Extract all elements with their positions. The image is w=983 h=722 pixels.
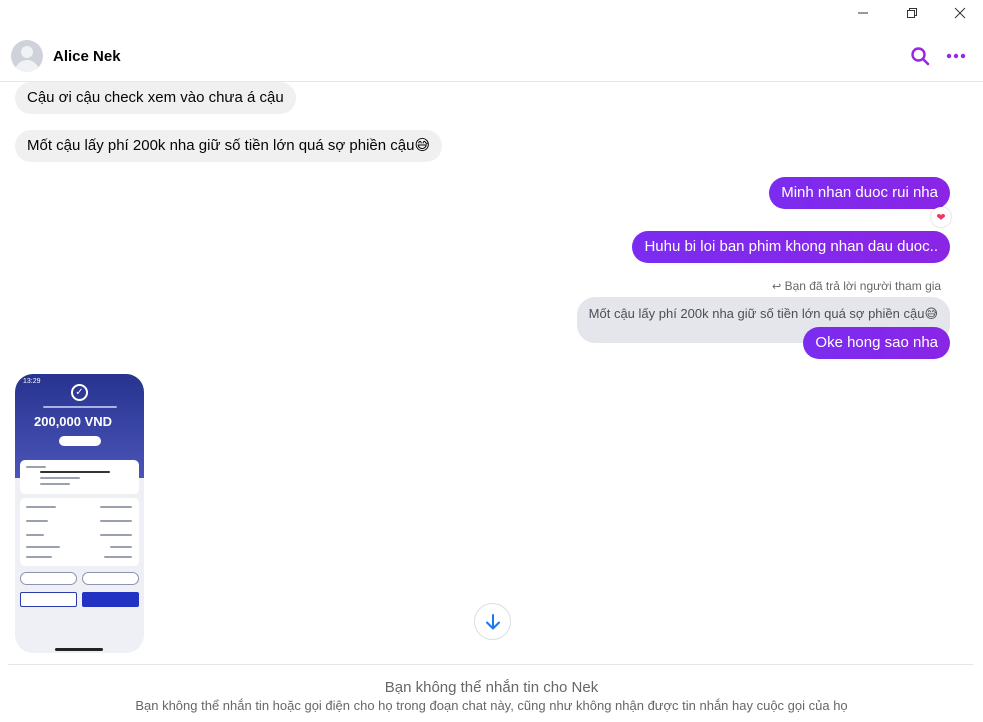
blocked-subtitle: Bạn không thể nhắn tin hoặc gọi điện cho… bbox=[135, 698, 848, 713]
minimize-button[interactable] bbox=[840, 0, 886, 26]
window-titlebar bbox=[0, 0, 983, 26]
message-outgoing[interactable]: Oke hong sao nha bbox=[803, 327, 950, 359]
receipt-text-line bbox=[26, 506, 56, 508]
receipt-time: 13:29 bbox=[23, 378, 41, 385]
receipt-image-message[interactable]: 13:29 ✓ 200,000 VND bbox=[15, 374, 144, 653]
receipt-primary-button bbox=[82, 592, 139, 607]
receipt-text-line bbox=[110, 546, 132, 548]
reply-note: ↩ Bạn đã trả lời người tham gia bbox=[772, 279, 941, 293]
receipt-text-line bbox=[43, 406, 117, 408]
receipt-recipient-card bbox=[20, 460, 139, 494]
receipt-text-line bbox=[26, 466, 46, 468]
message-incoming[interactable]: Mốt cậu lấy phí 200k nha giữ số tiền lớn… bbox=[15, 130, 443, 162]
blocked-title: Bạn không thể nhắn tin cho Nek bbox=[384, 679, 599, 696]
receipt-text-line bbox=[40, 483, 70, 485]
reply-arrow-icon: ↩ bbox=[772, 281, 782, 293]
receipt-pill-button bbox=[20, 572, 77, 585]
receipt-home-indicator bbox=[55, 648, 103, 651]
heart-reaction-icon[interactable]: ❤ bbox=[931, 207, 951, 227]
receipt-pill-button bbox=[82, 572, 139, 585]
restore-button[interactable] bbox=[889, 0, 935, 26]
message-outgoing[interactable]: Huhu bi loi ban phim khong nhan dau duoc… bbox=[632, 231, 950, 263]
scroll-to-bottom-button[interactable] bbox=[474, 603, 511, 640]
message-incoming[interactable]: Cậu ơi cậu check xem vào chưa á cậu bbox=[15, 82, 296, 114]
check-icon: ✓ bbox=[71, 384, 88, 401]
receipt-text-line bbox=[100, 534, 132, 536]
contact-name[interactable]: Alice Nek bbox=[53, 48, 121, 65]
avatar-body bbox=[15, 60, 39, 72]
minimize-icon bbox=[858, 12, 868, 14]
search-icon bbox=[911, 47, 930, 66]
receipt-text-line bbox=[26, 520, 48, 522]
receipt-share-pill bbox=[59, 436, 101, 446]
reply-note-text: Bạn đã trả lời người tham gia bbox=[784, 279, 942, 293]
chat-header: Alice Nek bbox=[0, 30, 983, 82]
receipt-text-line bbox=[26, 546, 60, 548]
avatar[interactable] bbox=[11, 40, 43, 72]
receipt-text-line bbox=[100, 506, 132, 508]
message-outgoing[interactable]: Minh nhan duoc rui nha bbox=[769, 177, 950, 209]
receipt-text-line bbox=[40, 471, 110, 473]
receipt-text-line bbox=[100, 520, 132, 522]
arrow-down-icon bbox=[485, 613, 500, 629]
receipt-text-line bbox=[26, 556, 52, 558]
receipt-amount: 200,000 VND bbox=[34, 414, 113, 429]
close-icon bbox=[954, 7, 966, 19]
more-options-button[interactable] bbox=[944, 44, 968, 68]
avatar-head bbox=[21, 46, 33, 58]
search-button[interactable] bbox=[908, 44, 932, 68]
receipt-text-line bbox=[104, 556, 132, 558]
footer-divider bbox=[8, 664, 973, 665]
restore-icon bbox=[907, 8, 917, 18]
more-dots-icon bbox=[946, 53, 966, 59]
receipt-details-card bbox=[20, 498, 139, 566]
close-button[interactable] bbox=[937, 0, 983, 26]
receipt-outline-button bbox=[20, 592, 77, 607]
receipt-text-line bbox=[26, 534, 44, 536]
receipt-text-line bbox=[40, 477, 80, 479]
